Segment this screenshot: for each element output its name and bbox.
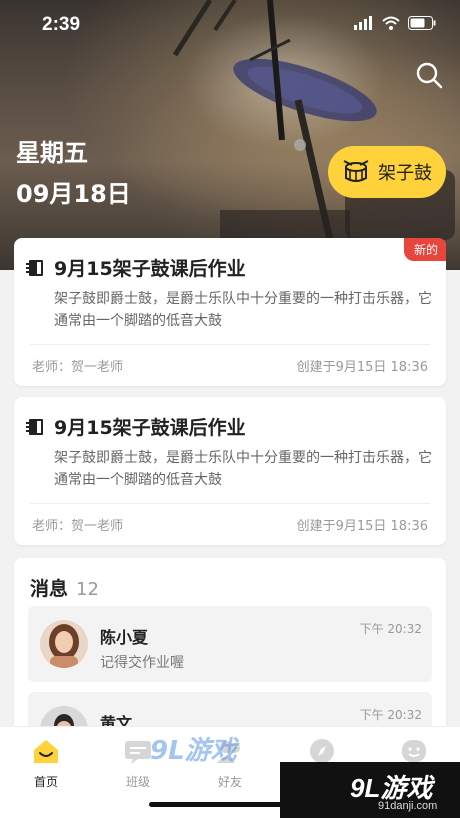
watermark-logo: 9L游戏 [150, 736, 237, 766]
status-bar: 2:39 [0, 0, 460, 50]
status-icons [354, 16, 436, 30]
notebook-icon [26, 259, 43, 276]
tab-label: 班级 [125, 775, 150, 789]
date-label: 09月18日 [16, 180, 131, 208]
avatar [40, 620, 88, 668]
message-sender: 陈小夏 [100, 628, 149, 647]
messages-header: 消息 12 [30, 574, 99, 601]
watermark-url: 91danji.com [378, 800, 438, 812]
weekday-label: 星期五 [16, 139, 88, 167]
battery-icon [408, 16, 436, 30]
instrument-label: 架子鼓 [378, 163, 432, 184]
homework-title: 9月15架子鼓课后作业 [54, 258, 246, 280]
homework-card[interactable]: 9月15架子鼓课后作业 架子鼓即爵士鼓，是爵士乐队中十分重要的一种打击乐器，它通… [14, 397, 446, 545]
divider [30, 344, 430, 345]
instrument-selector-button[interactable]: 架子鼓 [328, 146, 446, 198]
homework-title: 9月15架子鼓课后作业 [54, 417, 246, 439]
homework-created-time: 创建于9月15日 18:36 [296, 519, 428, 534]
message-time: 下午 20:32 [359, 622, 422, 636]
homework-description: 架子鼓即爵士鼓，是爵士乐队中十分重要的一种打击乐器，它通常由一个脚踏的低音大鼓 [54, 291, 432, 329]
new-badge: 新的 [403, 238, 446, 261]
status-time: 2:39 [42, 14, 81, 35]
tab-home[interactable]: 首页 [16, 737, 76, 790]
homework-title-row: 9月15架子鼓课后作业 [26, 413, 246, 440]
messages-count: 12 [76, 579, 99, 600]
notebook-icon [26, 418, 43, 435]
home-icon [34, 740, 58, 763]
homework-teacher: 老师：贺一老师 [32, 519, 124, 534]
homework-card[interactable]: 新的 9月15架子鼓课后作业 架子鼓即爵士鼓，是爵士乐队中十分重要的一种打击乐器… [14, 238, 446, 386]
tab-label: 好友 [217, 775, 242, 789]
search-icon [416, 62, 443, 89]
homework-teacher: 老师：贺一老师 [32, 360, 124, 375]
compass-icon [310, 739, 334, 763]
avatar-photo [40, 620, 88, 668]
messages-title: 消息 [30, 578, 69, 600]
search-button[interactable] [414, 60, 444, 90]
divider [30, 503, 430, 504]
class-icon [125, 741, 151, 764]
homework-created-time: 创建于9月15日 18:36 [296, 360, 428, 375]
signal-icon [354, 16, 372, 30]
homework-title-row: 9月15架子鼓课后作业 [26, 254, 246, 281]
home-indicator [149, 802, 311, 807]
watermark-banner: 9L游戏 91danji.com [280, 762, 460, 818]
profile-icon [402, 740, 426, 762]
message-item[interactable]: 陈小夏 记得交作业喔 下午 20:32 [28, 606, 432, 682]
homework-description: 架子鼓即爵士鼓，是爵士乐队中十分重要的一种打击乐器，它通常由一个脚踏的低音大鼓 [54, 450, 432, 488]
wifi-icon [382, 16, 400, 30]
message-time: 下午 20:32 [359, 708, 422, 722]
drum-icon [343, 160, 369, 182]
message-preview: 记得交作业喔 [100, 655, 184, 671]
hero-banner: 2:39 星期五 09月18日 架子鼓 [0, 0, 460, 270]
tab-label: 首页 [33, 775, 58, 789]
